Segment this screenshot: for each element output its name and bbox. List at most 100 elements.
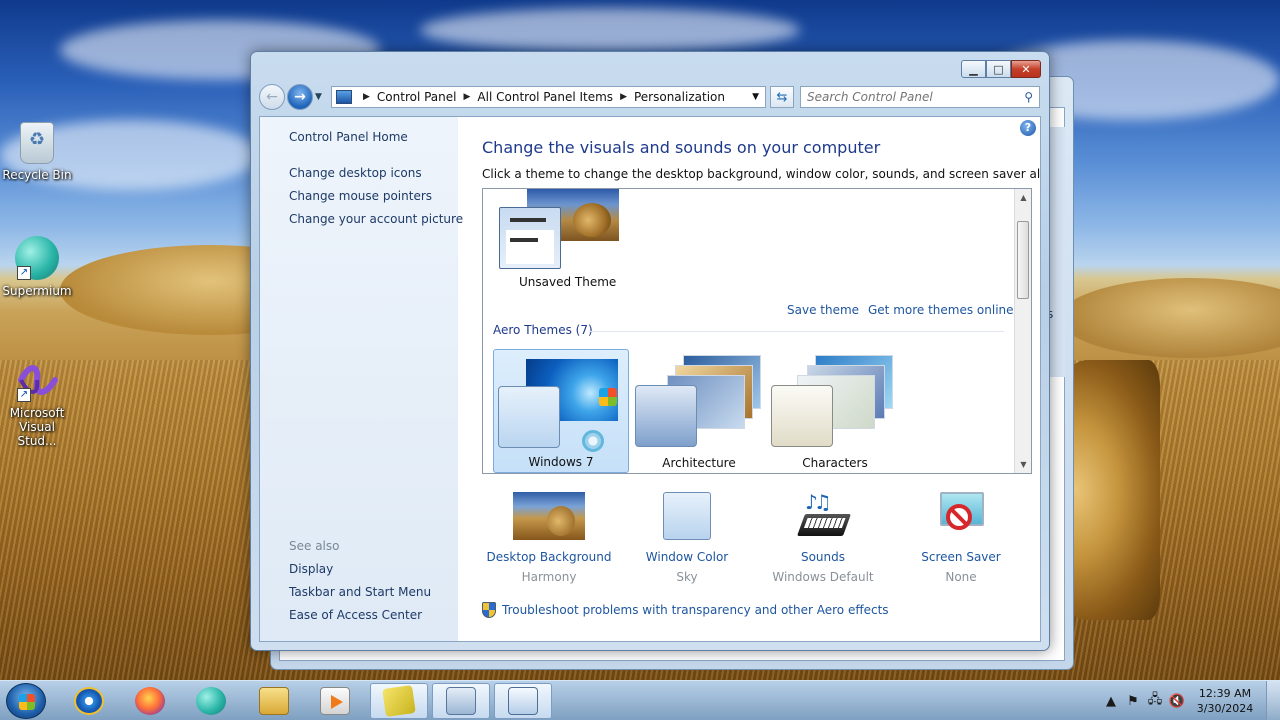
search-box[interactable]: ⚲ xyxy=(800,86,1040,108)
screen-saver-icon xyxy=(936,492,986,540)
address-bar[interactable]: ▶ Control Panel ▶ All Control Panel Item… xyxy=(331,86,766,108)
clock[interactable]: 12:39 AM 3/30/2024 xyxy=(1192,686,1258,716)
change-mouse-pointers-link[interactable]: Change mouse pointers xyxy=(289,189,432,203)
folder-icon xyxy=(259,687,289,715)
theme-architecture[interactable]: Architecture xyxy=(631,349,767,473)
windows-logo-icon xyxy=(19,694,35,710)
forward-button[interactable]: → xyxy=(287,84,313,110)
setting-value: Sky xyxy=(676,570,698,584)
preview-body xyxy=(506,230,554,264)
refresh-button[interactable]: ⇆ xyxy=(770,86,794,108)
chevron-down-icon[interactable]: ▼ xyxy=(752,92,759,102)
theme-windows-7[interactable]: Windows 7 xyxy=(493,349,629,473)
caption-buttons: ▁ □ ✕ xyxy=(961,60,1041,78)
aero-themes-heading: Aero Themes (7) xyxy=(493,323,593,337)
supermium-icon xyxy=(196,687,226,715)
keyboard-icon xyxy=(796,514,852,536)
control-panel-icon xyxy=(446,687,476,715)
taskbar-supermium[interactable] xyxy=(182,683,240,719)
firefox-icon xyxy=(135,687,165,715)
start-button[interactable] xyxy=(6,683,46,719)
breadcrumb-separator-icon[interactable]: ▶ xyxy=(363,92,370,102)
tray-expand-icon[interactable]: ▲ xyxy=(1100,694,1122,709)
change-desktop-icons-link[interactable]: Change desktop icons xyxy=(289,166,422,180)
breadcrumb-control-panel[interactable]: Control Panel xyxy=(377,90,457,104)
scroll-down-icon[interactable]: ▼ xyxy=(1015,456,1031,473)
network-icon[interactable]: 🖧 xyxy=(1144,690,1166,712)
notification-area: ▲ ⚑ 🖧 🔇 12:39 AM 3/30/2024 xyxy=(1100,681,1280,720)
sounds-setting[interactable]: ♪♫ Sounds Windows Default xyxy=(758,490,888,584)
close-button[interactable]: ✕ xyxy=(1011,60,1041,78)
get-more-themes-link[interactable]: Get more themes online xyxy=(868,303,1014,317)
window-color-swatch xyxy=(771,385,833,447)
desktop-icon-recycle-bin[interactable]: Recycle Bin xyxy=(0,122,74,182)
taskbar-explorer[interactable] xyxy=(245,683,303,719)
page-title: Change the visuals and sounds on your co… xyxy=(482,138,881,157)
visual-studio-icon: ↗ xyxy=(15,358,59,402)
taskbar-start-menu-link[interactable]: Taskbar and Start Menu xyxy=(289,585,431,599)
minimize-button[interactable]: ▁ xyxy=(961,60,986,78)
taskbar-media-player[interactable] xyxy=(306,683,364,719)
display-link[interactable]: Display xyxy=(289,562,333,576)
sounds-icon: ♪♫ xyxy=(787,490,859,540)
maximize-button[interactable]: □ xyxy=(986,60,1011,78)
setting-name[interactable]: Screen Saver xyxy=(896,550,1026,564)
screen-saver-setting[interactable]: Screen Saver None xyxy=(896,492,1026,584)
breadcrumb-separator-icon[interactable]: ▶ xyxy=(620,92,627,102)
taskbar-control-panel[interactable] xyxy=(432,683,490,719)
window-color-setting[interactable]: Window Color Sky xyxy=(622,492,752,584)
breadcrumb-separator-icon[interactable]: ▶ xyxy=(464,92,471,102)
back-button[interactable]: ← xyxy=(259,84,285,110)
theme-characters[interactable]: Characters xyxy=(767,349,903,473)
save-theme-link[interactable]: Save theme xyxy=(787,303,859,317)
page-subtitle: Click a theme to change the desktop back… xyxy=(482,167,1041,181)
desktop-icon-visual-studio[interactable]: ↗ Microsoft Visual Stud... xyxy=(0,358,74,448)
recent-pages-dropdown[interactable]: ▼ xyxy=(315,92,327,102)
setting-name[interactable]: Sounds xyxy=(758,550,888,564)
unsaved-theme-label[interactable]: Unsaved Theme xyxy=(519,275,616,289)
cloud xyxy=(420,8,800,52)
arrow-left-icon: ← xyxy=(266,89,278,105)
theme-list[interactable]: Unsaved Theme Save theme Get more themes… xyxy=(482,188,1032,474)
change-account-picture-link[interactable]: Change your account picture xyxy=(289,212,463,226)
window-color-swatch xyxy=(635,385,697,447)
music-notes-icon: ♪♫ xyxy=(805,490,832,514)
volume-muted-icon[interactable]: 🔇 xyxy=(1166,694,1188,709)
taskbar-sticky-notes[interactable] xyxy=(370,683,428,719)
scroll-up-icon[interactable]: ▲ xyxy=(1015,189,1031,206)
scroll-thumb[interactable] xyxy=(1017,221,1029,299)
setting-name[interactable]: Window Color xyxy=(622,550,752,564)
personalization-window[interactable]: ▁ □ ✕ ← → ▼ ▶ Control Panel ▶ All Contro… xyxy=(250,51,1050,651)
desktop-background-setting[interactable]: Desktop Background Harmony xyxy=(484,492,614,584)
preview-line xyxy=(510,218,546,222)
desktop-icon-label: Supermium xyxy=(2,284,72,298)
setting-value: Windows Default xyxy=(772,570,874,584)
supermium-icon: ↗ xyxy=(15,236,59,280)
control-panel-icon xyxy=(336,90,352,104)
breadcrumb-all-items[interactable]: All Control Panel Items xyxy=(477,90,613,104)
hay-bale-thumbnail xyxy=(573,203,611,237)
theme-label: Windows 7 xyxy=(528,455,594,469)
taskbar-firefox[interactable] xyxy=(121,683,179,719)
breadcrumb-personalization[interactable]: Personalization xyxy=(634,90,725,104)
no-symbol-icon xyxy=(946,504,972,530)
action-center-flag-icon[interactable]: ⚑ xyxy=(1122,694,1144,709)
desktop-icon-supermium[interactable]: ↗ Supermium xyxy=(0,236,74,298)
unsaved-theme-preview[interactable] xyxy=(499,207,561,269)
sticky-notes-icon xyxy=(382,685,416,717)
search-input[interactable] xyxy=(807,90,1012,104)
troubleshoot-row[interactable]: Troubleshoot problems with transparency … xyxy=(482,602,889,618)
group-divider xyxy=(589,331,1004,332)
control-panel-home-link[interactable]: Control Panel Home xyxy=(289,130,408,144)
setting-name[interactable]: Desktop Background xyxy=(484,550,614,564)
troubleshoot-link[interactable]: Troubleshoot problems with transparency … xyxy=(502,603,889,617)
help-icon[interactable]: ? xyxy=(1020,120,1036,136)
theme-list-scrollbar[interactable]: ▲ ▼ xyxy=(1014,189,1031,473)
show-desktop-button[interactable] xyxy=(1266,681,1280,720)
taskbar-personalization[interactable] xyxy=(494,683,552,719)
taskbar-internet-explorer[interactable] xyxy=(60,683,118,719)
ease-of-access-link[interactable]: Ease of Access Center xyxy=(289,608,422,622)
arrow-right-icon: → xyxy=(294,89,306,105)
search-icon[interactable]: ⚲ xyxy=(1024,90,1033,104)
taskbar: ▲ ⚑ 🖧 🔇 12:39 AM 3/30/2024 xyxy=(0,680,1280,720)
